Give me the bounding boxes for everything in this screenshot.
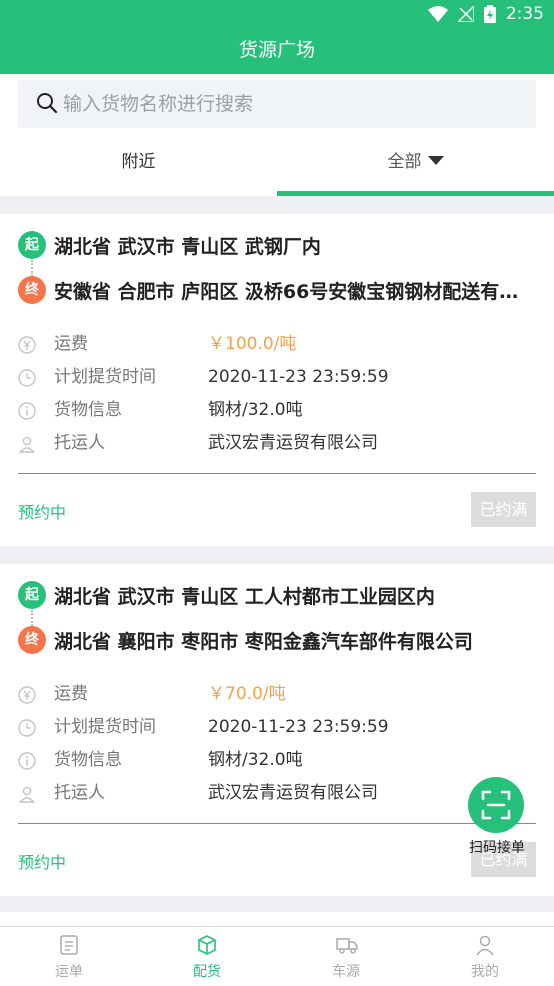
route-start: 起 湖北省 武汉市 青山区 武钢厂内 xyxy=(18,231,526,259)
start-address: 湖北省 武汉市 青山区 工人村都市工业园区内 xyxy=(54,585,435,608)
shipper-value: 武汉宏青运贸有限公司 xyxy=(208,783,378,803)
info-icon xyxy=(18,752,36,770)
fee-label: 运费 xyxy=(54,684,88,704)
tab-all[interactable]: 全部 xyxy=(277,136,554,196)
end-badge: 终 xyxy=(18,276,46,304)
wifi-icon xyxy=(427,6,448,22)
cargo-info-value: 钢材/32.0吨 xyxy=(208,750,303,770)
scan-order-label: 扫码接单 xyxy=(469,840,525,856)
fully-booked-button[interactable]: 已约满 xyxy=(471,492,536,527)
route-connector xyxy=(31,610,33,626)
yen-icon xyxy=(18,336,36,354)
cargo-info-value: 钢材/32.0吨 xyxy=(208,400,303,420)
scan-icon xyxy=(481,790,511,820)
cargo-info-label: 货物信息 xyxy=(54,750,122,770)
nav-waybill-label: 运单 xyxy=(55,964,83,980)
booking-status: 预约中 xyxy=(18,853,67,872)
nav-vehicles[interactable]: 车源 xyxy=(277,927,415,986)
cargo-card[interactable]: 起 湖北省 武汉市 青山区 武钢厂内 终 安徽省 合肥市 庐阳区 汲桥66号安徽… xyxy=(0,214,554,546)
search-icon xyxy=(37,93,58,114)
end-address: 安徽省 合肥市 庐阳区 汲桥66号安徽宝钢钢材配送有限公司 xyxy=(54,280,526,303)
scan-order-button[interactable] xyxy=(468,777,524,833)
search-placeholder: 输入货物名称进行搜索 xyxy=(63,93,254,115)
card-divider xyxy=(18,473,536,474)
end-address: 湖北省 襄阳市 枣阳市 枣阳金鑫汽车部件有限公司 xyxy=(54,630,473,653)
status-bar: 2:35 xyxy=(0,0,554,30)
booking-status: 预约中 xyxy=(18,503,67,522)
pickup-time-row: 计划提货时间 2020-11-23 23:59:59 xyxy=(18,711,538,744)
clock-icon xyxy=(18,719,36,737)
fee-label: 运费 xyxy=(54,334,88,354)
nav-dispatch-label: 配货 xyxy=(193,964,221,980)
shipper-label: 托运人 xyxy=(54,433,105,453)
cargo-info-row: 货物信息 钢材/32.0吨 xyxy=(18,394,538,427)
search-input[interactable]: 输入货物名称进行搜索 xyxy=(18,80,536,128)
cargo-info-label: 货物信息 xyxy=(54,400,122,420)
tab-nearby-label: 附近 xyxy=(121,152,156,172)
tab-nearby[interactable]: 附近 xyxy=(0,136,277,196)
fee-value: ￥70.0/吨 xyxy=(208,684,286,704)
route-start: 起 湖北省 武汉市 青山区 工人村都市工业园区内 xyxy=(18,581,526,609)
tab-active-indicator xyxy=(277,191,554,196)
pickup-time-row: 计划提货时间 2020-11-23 23:59:59 xyxy=(18,361,538,394)
search-section: 输入货物名称进行搜索 xyxy=(0,74,554,136)
nav-mine-label: 我的 xyxy=(471,964,499,980)
pickup-time-label: 计划提货时间 xyxy=(54,717,156,737)
tab-all-label: 全部 xyxy=(387,152,422,172)
person-icon xyxy=(19,436,35,453)
route-end: 终 安徽省 合肥市 庐阳区 汲桥66号安徽宝钢钢材配送有限公司 xyxy=(18,276,526,304)
signal-icon xyxy=(457,6,474,22)
nav-waybill[interactable]: 运单 xyxy=(0,927,138,986)
start-address: 湖北省 武汉市 青山区 武钢厂内 xyxy=(54,235,321,258)
yen-icon xyxy=(18,686,36,704)
status-time: 2:35 xyxy=(505,4,544,24)
fee-row: 运费 ￥100.0/吨 xyxy=(18,328,538,361)
end-badge: 终 xyxy=(18,626,46,654)
cargo-card-partial xyxy=(0,912,554,926)
pickup-time-value: 2020-11-23 23:59:59 xyxy=(208,367,389,387)
nav-vehicles-label: 车源 xyxy=(332,964,360,980)
dropdown-triangle-icon xyxy=(427,156,444,165)
shipper-label: 托运人 xyxy=(54,783,105,803)
nav-dispatch[interactable]: 配货 xyxy=(138,927,276,986)
cargo-info-row: 货物信息 钢材/32.0吨 xyxy=(18,744,538,777)
truck-icon xyxy=(336,938,358,954)
route-connector xyxy=(31,260,33,276)
pickup-time-value: 2020-11-23 23:59:59 xyxy=(208,717,389,737)
battery-icon xyxy=(483,5,496,23)
start-badge: 起 xyxy=(18,581,46,609)
person-icon xyxy=(19,786,35,803)
nav-mine[interactable]: 我的 xyxy=(416,927,554,986)
box-icon xyxy=(198,935,216,955)
pickup-time-label: 计划提货时间 xyxy=(54,367,156,387)
shipper-row: 托运人 武汉宏青运贸有限公司 xyxy=(18,427,538,460)
card-divider xyxy=(18,823,536,824)
page-title: 货源广场 xyxy=(0,30,554,74)
user-icon xyxy=(476,935,494,956)
start-badge: 起 xyxy=(18,231,46,259)
route-end: 终 湖北省 襄阳市 枣阳市 枣阳金鑫汽车部件有限公司 xyxy=(18,626,526,654)
shipper-value: 武汉宏青运贸有限公司 xyxy=(208,433,378,453)
fee-row: 运费 ￥70.0/吨 xyxy=(18,678,538,711)
fee-value: ￥100.0/吨 xyxy=(208,334,297,354)
shipper-row: 托运人 武汉宏青运贸有限公司 xyxy=(18,777,538,810)
bottom-nav: 运单 配货 车源 我的 xyxy=(0,926,554,986)
filter-tabs: 附近 全部 xyxy=(0,136,554,196)
clock-icon xyxy=(18,369,36,387)
waybill-icon xyxy=(60,935,78,955)
info-icon xyxy=(18,402,36,420)
